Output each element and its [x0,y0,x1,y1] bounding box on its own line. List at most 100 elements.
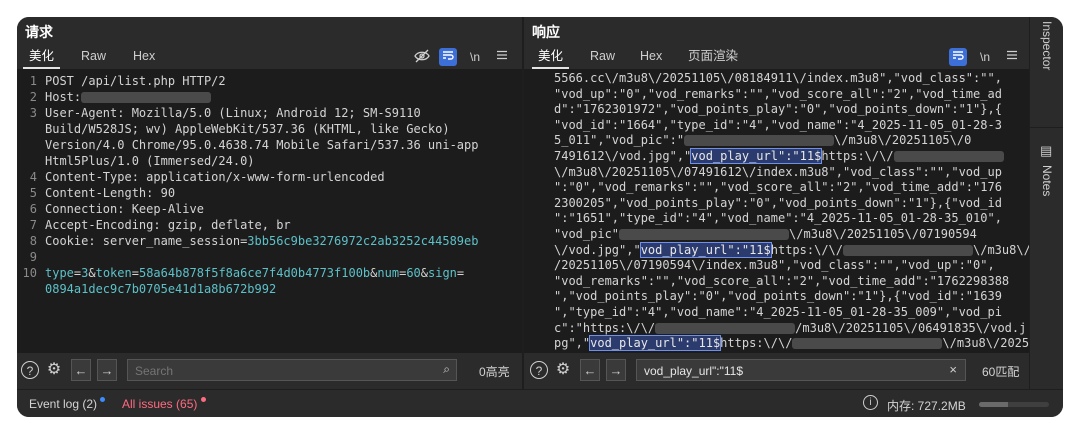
tab-hex[interactable]: Hex [640,45,662,69]
code-line: Version/4.0 Chrome/95.0.4638.74 Mobile S… [45,137,478,153]
code-token: pg"," [554,336,591,351]
code-token: "vod_up":"0","vod_remarks":"","vod_score… [554,86,1002,101]
search-icon[interactable]: ⌕ [443,362,450,377]
code-token: ","vod_points_play":"0","vod_points_down… [554,289,1002,304]
all-issues-link[interactable]: All issues (65) [122,397,206,411]
code-line: "vod_pic" \/m3u8\/20251105\/07190594 [554,227,977,243]
code-token: "vod_id":"1664","type_id":"4","vod_name"… [554,117,1002,132]
code-token: application/x-www-form-urlencoded [146,170,385,184]
tab-pretty[interactable]: 美化 [22,45,61,69]
tab-pretty[interactable]: 美化 [531,45,570,69]
code-line: Content-Type: application/x-www-form-url… [45,169,385,185]
code-token: Build/W528JS; wv) AppleWebKit/537.36 (KH… [45,122,450,136]
gear-icon[interactable]: ⚙ [45,361,63,379]
wrap-lines-icon[interactable] [949,48,967,66]
tab-raw[interactable]: Raw [590,45,615,69]
right-sidebar: Inspector ▤ Notes [1029,17,1063,389]
code-line: 5_011","vod_pic":" \/m3u8\/20251105\/0 [554,133,971,149]
status-bar: Event log (2) All issues (65) i 内存: 727.… [17,389,1063,417]
code-token: /m3u8\/20251105\/06491835\/vod.j [795,320,1027,335]
line-number: 3 [29,106,37,120]
request-search-bar: ? ⚙ ← → ⌕ 0高亮 [17,353,522,389]
tab-hex[interactable]: Hex [133,45,155,69]
menu-icon[interactable] [1003,48,1021,66]
code-line: \/m3u8\/20251105\/07491612\/index.m3u8",… [554,165,1002,181]
newline-toggle[interactable]: \n [976,48,994,66]
code-token: POST /api/list.php HTTP/2 [45,74,226,88]
code-token: \/vod.jpg"," [554,242,641,257]
response-search-field[interactable]: × [636,359,966,381]
request-search-field[interactable]: ⌕ [127,359,457,381]
menu-icon[interactable] [493,48,511,66]
code-token: /20251105\/07190594\/index.m3u8","vod_cl… [554,258,995,273]
previous-arrow-icon[interactable]: ← [71,359,91,381]
code-line: Content-Length: 90 [45,185,175,201]
redacted-text [684,135,835,147]
request-search-input[interactable] [133,362,417,380]
code-token: num [377,266,400,280]
clear-icon[interactable]: × [949,362,957,377]
code-token: Content-Length: 90 [45,186,176,200]
code-token: 58a64b878f5f8a6ce7f4d0b4773f100b [138,266,371,280]
code-line: POST /api/list.php HTTP/2 [45,73,226,89]
response-pane: 响应 美化 Raw Hex 页面渲染 \n 5566.cc\/m3u8\/202… [524,17,1029,389]
code-line: c":"https:\/\/ /m3u8\/20251105\/06491835\… [554,321,1026,337]
line-number: 6 [29,202,37,216]
code-line: /20251105\/07190594\/index.m3u8","vod_cl… [554,258,995,274]
wrap-lines-icon[interactable] [439,48,457,66]
next-arrow-icon[interactable]: → [606,359,626,381]
code-line: User-Agent: Mozilla/5.0 (Linux; Android … [45,105,421,121]
code-token: https:\/\/ [720,336,793,351]
tab-raw[interactable]: Raw [81,45,106,69]
notes-tab[interactable]: Notes [1040,165,1054,235]
next-arrow-icon[interactable]: → [97,359,117,381]
code-token: type [45,266,74,280]
inspector-label: Inspector [1040,21,1054,71]
info-icon[interactable]: i [863,395,878,410]
hide-eye-icon[interactable] [413,48,431,66]
line-number: 5 [29,186,37,200]
code-token: Cookie: server_name_session= [45,234,248,248]
line-number: 1 [29,74,37,88]
code-token: 7491612\/vod.jpg"," [554,149,692,163]
code-token: d":"1762301972","vod_points_play":"0","v… [554,102,1002,117]
memory-bar [979,402,1049,407]
gear-icon[interactable]: ⚙ [554,361,572,379]
code-token: https:\/\/ [770,242,843,257]
redacted-text [81,92,212,103]
redacted-text [893,151,1004,162]
redacted-text [619,229,790,240]
code-line: type=3&token=58a64b878f5f8a6ce7f4d0b4773… [45,265,464,281]
request-match-count: 0高亮 [479,365,510,379]
response-editor[interactable]: 5566.cc\/m3u8\/20251105\/08184911\/index… [524,69,1029,353]
code-line: Host: [45,89,212,105]
code-line: Connection: Keep-Alive [45,201,204,217]
code-token: 2300205","vod_points_play":"0","vod_poin… [554,195,1002,210]
newline-toggle[interactable]: \n [466,48,484,66]
request-editor[interactable]: 1 POST /api/list.php HTTP/2 2 Host: 3 User-Ag… [17,69,522,353]
code-token: token [95,266,132,280]
code-line: Accept-Encoding: gzip, deflate, br [45,217,291,233]
code-line: ","type_id":"4","vod_name":"4_2025-11-05… [554,305,1002,321]
help-icon[interactable]: ? [21,361,39,379]
code-token: \/m3u8\/ [973,242,1029,257]
event-log-label: Event log (2) [29,397,98,411]
code-line: Html5Plus/1.0 (Immersed/24.0) [45,153,255,169]
tab-render[interactable]: 页面渲染 [688,45,738,69]
event-log-link[interactable]: Event log (2) [29,397,106,411]
code-token: & [420,266,428,280]
code-token: \/m3u8\/20251105\/07491612\/index.m3u8",… [554,164,1002,179]
code-token: \/m3u8\/20251105\/0 [834,133,972,148]
code-line: pg","vod_play_url":"11$https:\/\/ \/m3u8\… [554,335,1029,352]
response-tabs: 美化 Raw Hex 页面渲染 \n [524,45,1029,69]
code-token: Version/4.0 Chrome/95.0.4638.74 Mobile S… [45,138,479,152]
code-token: Content-Type: [45,170,147,184]
code-line: "vod_up":"0","vod_remarks":"","vod_score… [554,87,1002,103]
code-token: \/m3u8\/20251105\/07190594 [789,227,977,241]
inspector-tab[interactable]: Inspector [1040,21,1054,121]
help-icon[interactable]: ? [530,361,548,379]
app-window: 请求 美化 Raw Hex \n 1 POST /api/list.php HTT… [17,17,1063,417]
previous-arrow-icon[interactable]: ← [580,359,600,381]
response-search-input[interactable] [642,362,926,380]
code-token: ":"0","vod_remarks":"","vod_score_all":"… [554,180,1002,195]
